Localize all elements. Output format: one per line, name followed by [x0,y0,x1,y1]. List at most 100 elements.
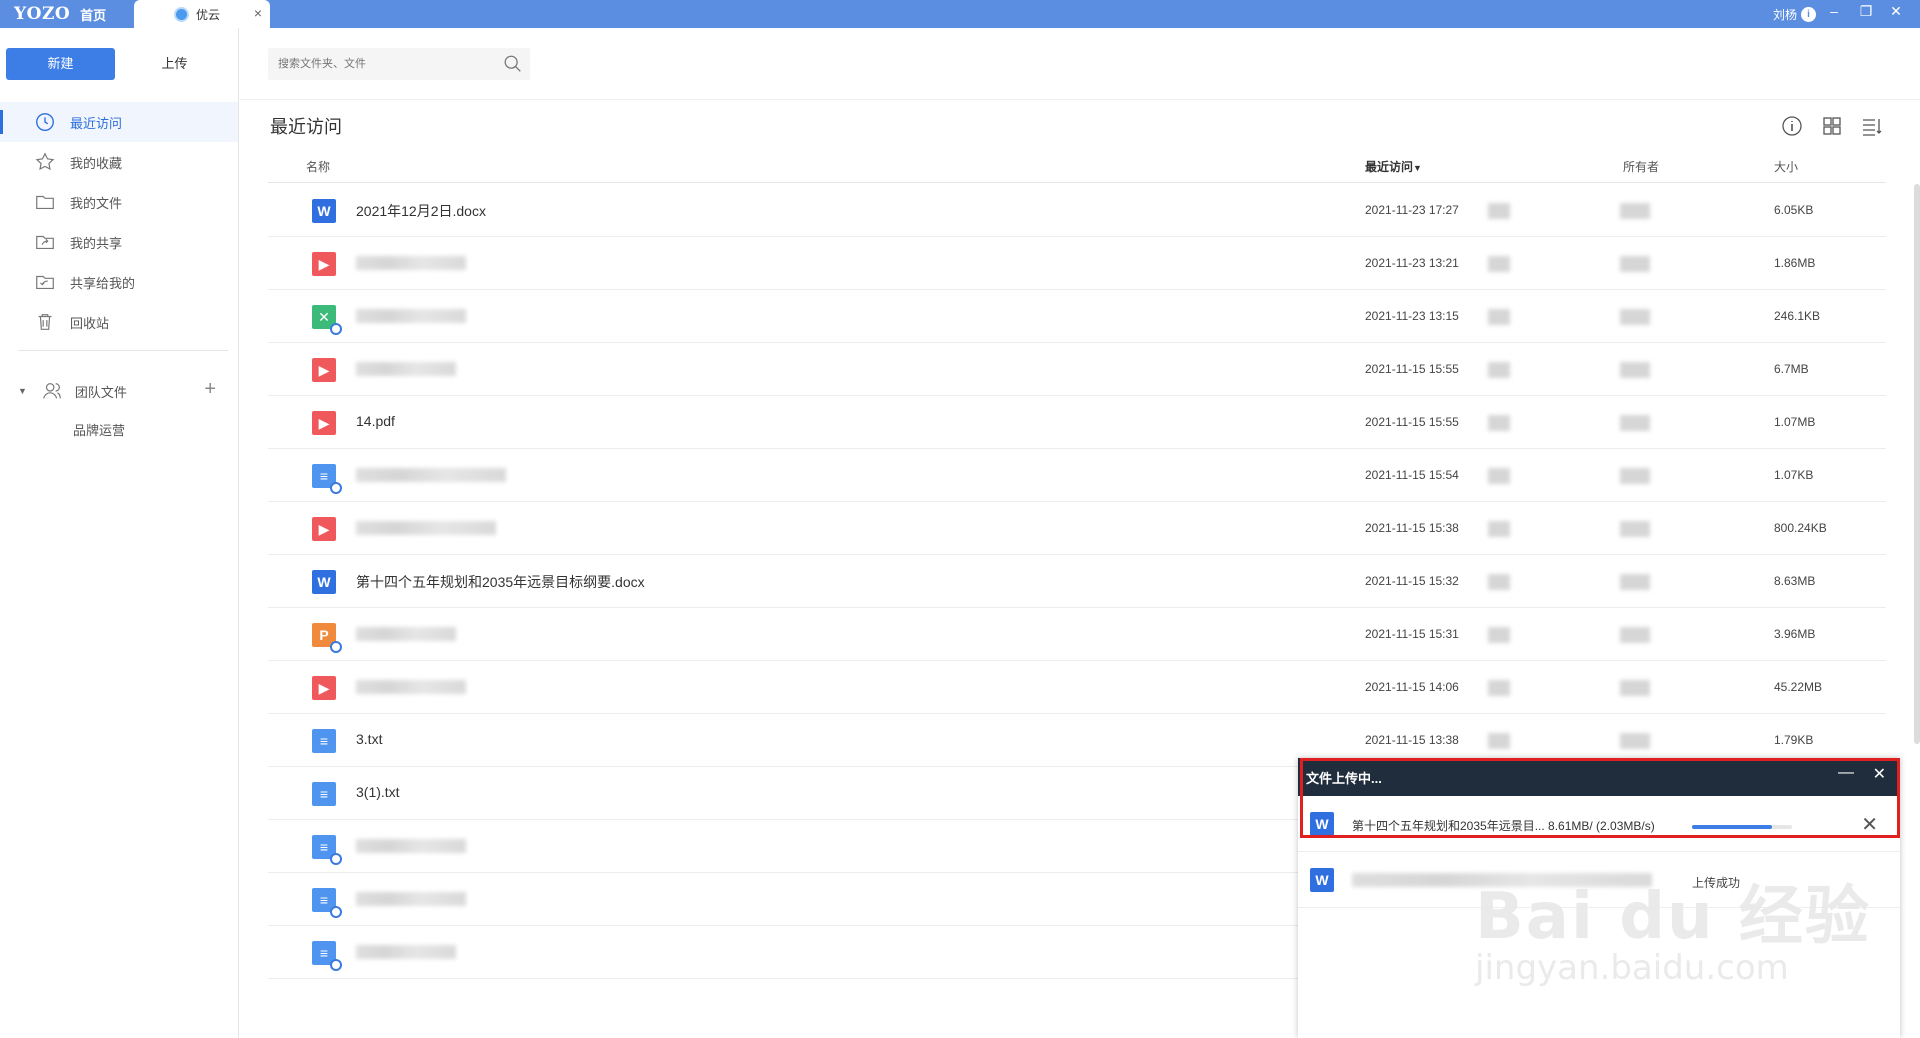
file-size: 3.96MB [1774,627,1816,641]
column-size[interactable]: 大小 [1774,158,1798,175]
table-row[interactable]: P 2021-11-15 15:31 3.96MB [268,608,1886,661]
blurred-filename [356,309,466,323]
blurred-owner [1620,627,1650,643]
table-row[interactable]: ▶ 2021-11-15 14:06 45.22MB [268,661,1886,714]
blurred-filename [356,839,466,853]
file-size: 45.22MB [1774,680,1823,694]
info-icon[interactable] [1780,114,1804,138]
pdf-file-icon: ▶ [312,358,336,382]
team-files-label: 团队文件 [74,384,127,400]
restore-icon[interactable]: ❐ [1854,3,1878,20]
file-size: 6.7MB [1774,362,1809,376]
blurred-filename [356,362,456,376]
share-out-icon [36,235,54,250]
sort-desc-icon: ▼ [1413,163,1422,173]
sidebar-item-my-files[interactable]: 我的文件 [0,182,238,222]
user-info-icon[interactable]: i [1801,7,1816,22]
word-file-icon: W [1310,868,1334,892]
blurred-owner [1620,468,1650,484]
new-button[interactable]: 新建 [6,48,115,80]
tab-youyun-label: 优云 [196,7,221,22]
table-row[interactable]: W 2021年12月2日.docx 2021-11-23 17:27 6.05KB [268,184,1886,237]
close-tab-icon[interactable]: × [254,5,262,21]
table-row[interactable]: ▶ 2021-11-15 15:55 6.7MB [268,343,1886,396]
sidebar-item-label: 共享给我的 [70,275,136,291]
pdf-glyph: ▶ [318,362,330,378]
grid-view-icon[interactable] [1820,114,1844,138]
pdf-glyph: ▶ [318,521,330,537]
star-icon [35,152,55,171]
file-date: 2021-11-23 17:27 [1365,203,1459,217]
upload-button[interactable]: 上传 [120,48,229,80]
column-owner[interactable]: 所有者 [1623,158,1659,175]
clock-icon [36,113,54,131]
blurred-filename [356,521,496,535]
column-name[interactable]: 名称 [306,158,330,175]
sidebar-item-my-shares[interactable]: 我的共享 [0,222,238,262]
sidebar-item-label: 回收站 [70,315,110,331]
user-menu[interactable]: 刘杨 i [1773,6,1816,23]
excel-file-icon: ✕ [312,305,342,335]
table-row[interactable]: ✕ 2021-11-23 13:15 246.1KB [268,290,1886,343]
search-icon[interactable] [502,53,524,75]
txt-file-icon: ≡ [312,729,336,753]
share-in-icon [36,275,54,290]
table-header: 名称 最近访问▼ 所有者 大小 [268,150,1886,183]
word-file-icon: W [312,570,336,594]
sidebar-item-recent[interactable]: 最近访问 [0,102,238,142]
pdf-glyph: ▶ [318,256,330,272]
file-name[interactable]: 3.txt [356,731,382,747]
add-team-icon[interactable]: + [204,378,216,401]
team-sub-item[interactable]: 品牌运营 [73,420,125,439]
column-recent-label: 最近访问 [1365,160,1414,174]
blurred-owner [1620,680,1650,696]
sidebar-item-shared-with-me[interactable]: 共享给我的 [0,262,238,302]
close-window-icon[interactable]: ✕ [1884,3,1908,20]
pdf-glyph: ▶ [318,415,330,431]
table-row[interactable]: ▶ 14.pdf 2021-11-15 15:55 1.07MB [268,396,1886,449]
blurred-cell [1488,468,1510,484]
minimize-icon[interactable]: – [1822,3,1846,19]
column-recent[interactable]: 最近访问▼ [1365,158,1422,175]
tab-youyun[interactable]: 优云 × [134,0,270,28]
shared-badge-icon [330,641,342,653]
file-name[interactable]: 2021年12月2日.docx [356,201,486,221]
pdf-glyph: ▶ [318,680,330,696]
sidebar: 新建 上传 最近访问 我的收藏 我的文件 我的共享 共享给我的 回收站 ▼ 团队… [0,28,239,1038]
search-input[interactable] [268,48,488,80]
blurred-filename [356,680,466,694]
sort-list-icon[interactable] [1860,114,1884,138]
file-size: 246.1KB [1774,309,1821,323]
file-date: 2021-11-15 15:54 [1365,468,1459,482]
watermark-url: jingyan.baidu.com [1475,948,1789,988]
highlight-box [1300,758,1900,838]
file-name[interactable]: 14.pdf [356,413,395,429]
table-row[interactable]: ▶ 2021-11-23 13:21 1.86MB [268,237,1886,290]
sidebar-item-favorites[interactable]: 我的收藏 [0,142,238,182]
cloud-icon [174,7,189,22]
blurred-cell [1488,362,1510,378]
table-row[interactable]: ≡ 2021-11-15 15:54 1.07KB [268,449,1886,502]
file-size: 6.05KB [1774,203,1814,217]
txt-glyph: ≡ [319,786,329,802]
file-date: 2021-11-15 15:31 [1365,627,1459,641]
team-files[interactable]: ▼ 团队文件 + [0,376,238,406]
file-size: 8.63MB [1774,574,1816,588]
file-date: 2021-11-15 14:06 [1365,680,1459,694]
file-name[interactable]: 3(1).txt [356,784,400,800]
blurred-filename [356,892,466,906]
sidebar-item-trash[interactable]: 回收站 [0,302,238,342]
scrollbar[interactable] [1914,184,1920,744]
blurred-filename [356,945,456,959]
page-title: 最近访问 [270,117,342,137]
txt-file-icon: ≡ [312,888,342,918]
table-row[interactable]: ▶ 2021-11-15 15:38 800.24KB [268,502,1886,555]
blurred-cell [1488,203,1510,219]
file-name[interactable]: 第十四个五年规划和2035年远景目标纲要.docx [356,572,645,592]
blurred-owner [1620,309,1650,325]
txt-file-icon: ≡ [312,464,342,494]
table-row[interactable]: W 第十四个五年规划和2035年远景目标纲要.docx 2021-11-15 15:… [268,555,1886,608]
tab-home[interactable]: YOZO 首页 [0,0,140,28]
txt-glyph: ≡ [319,733,329,749]
caret-down-icon[interactable]: ▼ [18,386,27,396]
